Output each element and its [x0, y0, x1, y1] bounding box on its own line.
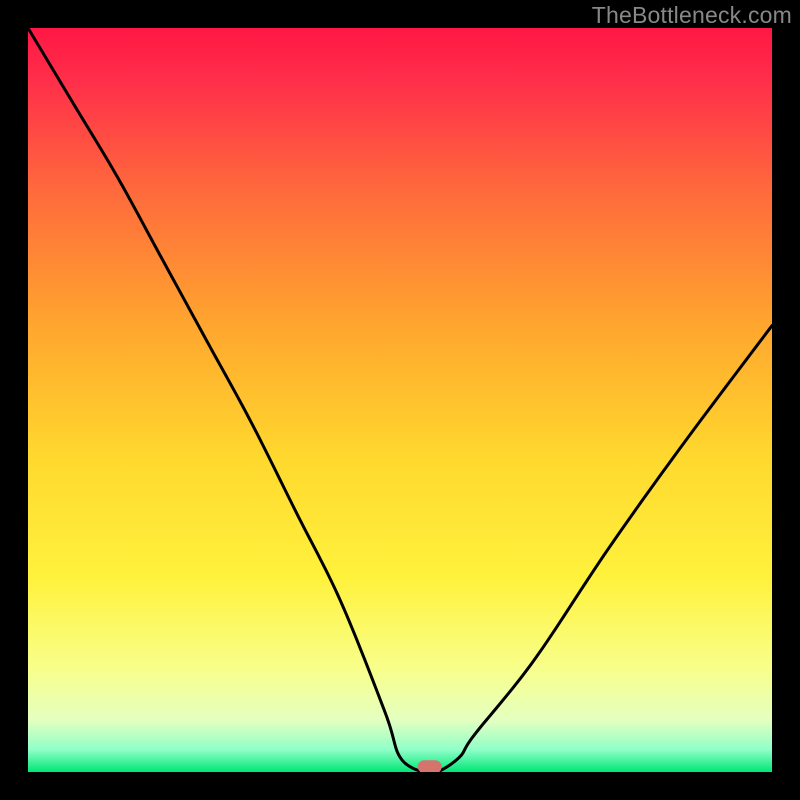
watermark-text: TheBottleneck.com	[592, 2, 792, 29]
gradient-background	[28, 28, 772, 772]
optimal-marker	[418, 760, 442, 772]
bottleneck-chart	[28, 28, 772, 772]
chart-frame: TheBottleneck.com	[0, 0, 800, 800]
plot-area	[28, 28, 772, 772]
